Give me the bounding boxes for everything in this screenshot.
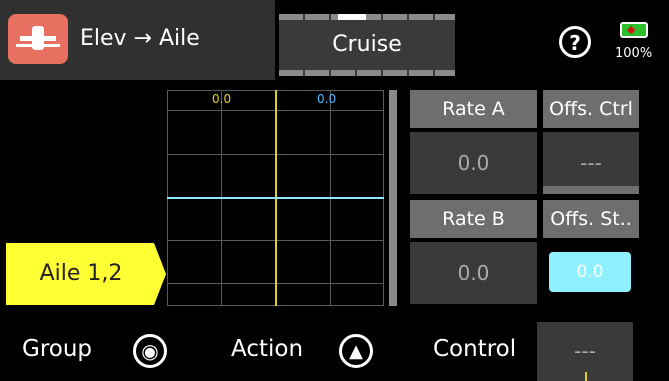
phase-indicator-bottom [279,70,455,76]
flight-phase-label: Cruise [332,32,402,57]
group-label: Group [22,336,93,362]
page-title: Elev → Aile [80,26,200,51]
rate-b-header: Rate B [410,200,537,238]
offset-step-value[interactable]: 0.0 [549,252,631,292]
control-label: Control [433,336,517,362]
battery-percent: 100% [615,46,653,61]
control-marker [585,372,587,381]
rate-a-header: Rate A [410,90,537,128]
action-label: Action [231,336,304,362]
offset-ctrl-header: Offs. Ctrl [543,90,639,128]
graph-left-value: 0.0 [212,92,232,106]
offset-ctrl-bar [543,186,639,194]
globe-icon[interactable]: ◉ [133,334,167,368]
scrollbar[interactable] [389,90,397,306]
offset-step-header: Offs. St.. [543,200,639,238]
mix-curve [167,197,384,199]
action-icon[interactable]: ▲ [339,334,373,368]
offset-ctrl-value[interactable]: --- [543,132,639,194]
phase-indicator-top [279,14,455,20]
elev-aile-mixer-icon[interactable] [8,14,68,64]
mixer-curve-graph: 0.0 0.0 [167,90,384,306]
graph-right-value: 0.0 [317,92,337,106]
help-icon[interactable]: ? [559,26,591,58]
battery-plug-icon: ◆ [627,23,636,36]
aile-tab-label: Aile 1,2 [39,261,123,286]
phase-indicator-active [338,14,366,20]
rate-a-value[interactable]: 0.0 [410,132,537,194]
rate-b-value[interactable]: 0.0 [410,242,537,304]
